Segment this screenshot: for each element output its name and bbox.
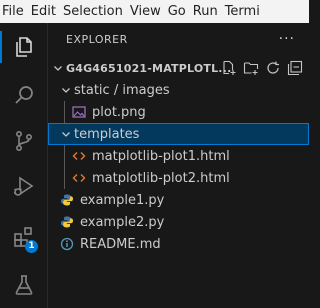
activity-testing[interactable]: [0, 265, 47, 305]
tree-file-example2[interactable]: example2.py: [48, 211, 309, 233]
activity-extensions[interactable]: 1: [0, 217, 47, 257]
activity-search[interactable]: [0, 75, 47, 115]
activity-bar: 1: [0, 23, 48, 308]
menu-view[interactable]: View: [127, 0, 165, 23]
tree-label: example1.py: [80, 192, 165, 208]
menu-selection[interactable]: Selection: [60, 0, 127, 23]
menu-run[interactable]: Run: [190, 0, 222, 23]
menu-terminal[interactable]: Termi: [222, 0, 264, 23]
html-file-icon: [72, 167, 88, 189]
tree-label: matplotlib-plot1.html: [92, 148, 230, 164]
tree-label: example2.py: [80, 214, 165, 230]
root-actions: [221, 57, 303, 79]
tree-label: templates: [74, 126, 140, 142]
tree-label: README.md: [80, 236, 161, 252]
info-icon: [60, 233, 76, 255]
menu-edit[interactable]: Edit: [28, 0, 60, 23]
tree-label: static / images: [74, 82, 170, 98]
tree-file-readme[interactable]: README.md: [48, 233, 309, 255]
tree-label: plot.png: [92, 104, 146, 120]
source-control-icon: [15, 130, 32, 151]
tree-label: matplotlib-plot2.html: [92, 170, 230, 186]
new-file-icon[interactable]: [221, 60, 237, 76]
search-icon: [14, 86, 33, 104]
tree-folder-static-images[interactable]: static / images: [48, 79, 309, 101]
new-folder-icon[interactable]: [243, 60, 259, 76]
chevron-down-icon: [58, 79, 74, 101]
activity-explorer[interactable]: [0, 27, 47, 67]
python-file-icon: [60, 211, 76, 233]
chevron-down-icon: [58, 123, 74, 145]
extensions-badge: 1: [25, 240, 38, 253]
tree-file-example1[interactable]: example1.py: [48, 189, 309, 211]
run-debug-icon: [13, 176, 33, 196]
refresh-icon[interactable]: [265, 60, 281, 76]
testing-icon: [15, 275, 32, 295]
workspace-root[interactable]: G4G4651021-MATPLOTL...: [48, 57, 309, 79]
workspace-name: G4G4651021-MATPLOTL...: [66, 61, 232, 75]
tree-file-plot-png[interactable]: plot.png: [48, 101, 309, 123]
explorer-sidebar: EXPLORER ··· G4G4651021-MATPLOTL... stat…: [48, 23, 309, 308]
explorer-icon: [15, 37, 32, 57]
activity-run-debug[interactable]: [0, 166, 47, 206]
menu-bar: File Edit Selection View Go Run Termi: [0, 0, 309, 23]
image-file-icon: [72, 101, 88, 123]
activity-source-control[interactable]: [0, 121, 47, 161]
explorer-title: EXPLORER: [66, 32, 128, 46]
tree-folder-templates[interactable]: templates: [48, 123, 309, 145]
tree-file-matplotlib-plot2[interactable]: matplotlib-plot2.html: [48, 167, 309, 189]
tree-file-matplotlib-plot1[interactable]: matplotlib-plot1.html: [48, 145, 309, 167]
python-file-icon: [60, 189, 76, 211]
collapse-all-icon[interactable]: [287, 60, 303, 76]
chevron-down-icon: [50, 57, 66, 79]
menu-go[interactable]: Go: [165, 0, 190, 23]
menu-file[interactable]: File: [0, 0, 28, 23]
html-file-icon: [72, 145, 88, 167]
more-actions-button[interactable]: ···: [279, 31, 295, 47]
